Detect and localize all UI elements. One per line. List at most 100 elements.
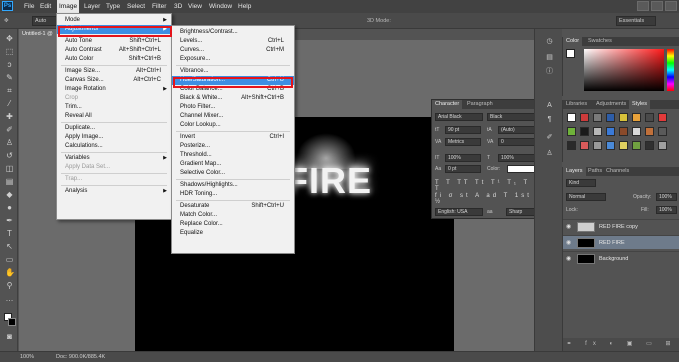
crop-tool-icon[interactable]: ⌗	[5, 86, 14, 95]
quick-select-tool-icon[interactable]: ✎	[5, 73, 14, 82]
style-swatch[interactable]	[580, 113, 589, 122]
menu-item-image-size[interactable]: Image Size... Alt+Ctrl+I	[57, 67, 171, 76]
tab-channels[interactable]: Channels	[603, 167, 632, 176]
menu-item-trim[interactable]: Trim...	[57, 103, 171, 112]
antialias-select[interactable]: Sharp	[506, 208, 537, 216]
strikethrough-button[interactable]: T	[435, 186, 442, 192]
eyedropper-tool-icon[interactable]: ⁄	[5, 99, 14, 108]
blur-tool-icon[interactable]: ◆	[5, 190, 14, 199]
shape-tool-icon[interactable]: ▭	[5, 255, 14, 264]
menu-layer[interactable]: Layer	[82, 0, 102, 13]
zoom-tool-icon[interactable]: ⚲	[5, 281, 14, 290]
style-swatch[interactable]	[606, 127, 615, 136]
hue-slider[interactable]	[667, 49, 674, 91]
menu-item-auto-tone[interactable]: Auto Tone Shift+Ctrl+L	[57, 37, 171, 46]
tab-libraries[interactable]: Libraries	[563, 100, 590, 109]
character-panel-icon[interactable]: A	[545, 101, 554, 110]
filter-kind-select[interactable]: Kind	[566, 179, 596, 187]
info-panel-icon[interactable]: ⓘ	[545, 67, 554, 76]
menu-image[interactable]: Image	[57, 0, 80, 13]
tab-layers[interactable]: Layers	[563, 167, 586, 176]
menu-item-shadows-highlights[interactable]: Shadows/Highlights...	[172, 181, 294, 190]
menu-item-duplicate[interactable]: Duplicate...	[57, 124, 171, 133]
menu-item-reveal-all[interactable]: Reveal All	[57, 112, 171, 121]
menu-item-black-white[interactable]: Black & White... Alt+Shift+Ctrl+B	[172, 94, 294, 103]
text-style-buttons[interactable]: T T TT Tt T¹ T₁ T T	[435, 180, 538, 192]
faux-italic-button[interactable]: T	[446, 180, 453, 186]
style-swatch[interactable]	[658, 127, 667, 136]
quick-mask-icon[interactable]: ◙	[5, 332, 14, 341]
style-swatch[interactable]	[619, 141, 628, 150]
menu-item-apply-image[interactable]: Apply Image...	[57, 133, 171, 142]
menu-item-posterize[interactable]: Posterize...	[172, 142, 294, 151]
style-swatch[interactable]	[658, 113, 667, 122]
horizontal-scale-field[interactable]: 100%	[498, 154, 536, 162]
gradient-tool-icon[interactable]: ▤	[5, 177, 14, 186]
visibility-eye-icon[interactable]: ◉	[566, 252, 571, 266]
menu-item-auto-color[interactable]: Auto Color Shift+Ctrl+B	[57, 55, 171, 64]
font-family-select[interactable]: Arial Black	[435, 113, 483, 121]
vertical-scale-field[interactable]: 100%	[445, 154, 481, 162]
menu-item-vibrance[interactable]: Vibrance...	[172, 67, 294, 76]
subscript-button[interactable]: T₁	[507, 180, 519, 186]
zoom-level[interactable]: 100%	[20, 352, 34, 362]
clone-stamp-icon[interactable]: ♙	[5, 138, 14, 147]
tab-styles[interactable]: Styles	[629, 100, 650, 109]
text-color-swatch[interactable]	[507, 165, 536, 173]
kerning-field[interactable]: Metrics	[445, 138, 481, 146]
menu-filter[interactable]: Filter	[150, 0, 168, 13]
fill-field[interactable]: 100%	[656, 206, 677, 214]
style-swatch[interactable]	[619, 113, 628, 122]
style-swatch[interactable]	[580, 127, 589, 136]
menu-item-curves[interactable]: Curves... Ctrl+M	[172, 46, 294, 55]
superscript-button[interactable]: T¹	[491, 180, 503, 186]
lasso-tool-icon[interactable]: ↄ	[5, 60, 14, 69]
history-panel-icon[interactable]: ◷	[545, 37, 554, 46]
style-swatch[interactable]	[645, 141, 654, 150]
menu-item-mode[interactable]: Mode ▶	[57, 16, 171, 25]
menu-item-desaturate[interactable]: Desaturate Shift+Ctrl+U	[172, 202, 294, 211]
move-tool-icon[interactable]: ✥	[4, 16, 9, 26]
font-size-field[interactable]: 90 pt	[445, 126, 481, 134]
menu-item-hdr-toning[interactable]: HDR Toning...	[172, 190, 294, 199]
style-swatch[interactable]	[593, 127, 602, 136]
more-tools-icon[interactable]: …	[5, 294, 14, 303]
tracking-field[interactable]: 0	[498, 138, 536, 146]
menu-item-image-rotation[interactable]: Image Rotation ▶	[57, 85, 171, 94]
fractions-button[interactable]: ½	[435, 199, 443, 205]
swash-button[interactable]: A	[475, 193, 482, 199]
ordinals-button[interactable]: 1st	[515, 193, 532, 199]
hand-tool-icon[interactable]: ✋	[5, 268, 15, 277]
blend-mode-select[interactable]: Normal	[566, 193, 606, 201]
small-caps-button[interactable]: Tt	[475, 180, 486, 186]
marquee-tool-icon[interactable]: ⬚	[5, 47, 14, 56]
underline-button[interactable]: T	[523, 180, 530, 186]
style-swatch[interactable]	[593, 141, 602, 150]
menu-item-trap[interactable]: Trap...	[57, 175, 171, 184]
style-swatch[interactable]	[645, 113, 654, 122]
close-button[interactable]	[665, 1, 677, 11]
baseline-shift-field[interactable]: 0 pt	[445, 165, 481, 173]
paragraph-panel-icon[interactable]: ¶	[545, 115, 554, 124]
menu-item-color-lookup[interactable]: Color Lookup...	[172, 121, 294, 130]
move-tool-icon[interactable]: ✥	[5, 34, 14, 43]
tab-adjustments[interactable]: Adjustments	[593, 100, 629, 109]
menu-item-apply-data-set[interactable]: Apply Data Set...	[57, 163, 171, 172]
style-swatch[interactable]	[606, 113, 615, 122]
visibility-eye-icon[interactable]: ◉	[566, 236, 571, 250]
menu-item-photo-filter[interactable]: Photo Filter...	[172, 103, 294, 112]
brush-panel-icon[interactable]: ✐	[545, 133, 554, 142]
menu-edit[interactable]: Edit	[38, 0, 53, 13]
layer-footer-buttons[interactable]: ⚭ fx ◐ ▣ ▭ ⊞ 🗑	[563, 338, 679, 360]
clone-source-icon[interactable]: ♙	[545, 149, 554, 158]
color-picker-field[interactable]	[584, 49, 664, 91]
visibility-eye-icon[interactable]: ◉	[566, 220, 571, 234]
style-swatch[interactable]	[567, 127, 576, 136]
menu-item-brightness-contrast[interactable]: Brightness/Contrast...	[172, 28, 294, 37]
layer-row[interactable]: ◉ RED FIRE	[563, 235, 679, 249]
color-foreground-swatch[interactable]	[566, 49, 575, 58]
maximize-button[interactable]	[651, 1, 663, 11]
menu-item-channel-mixer[interactable]: Channel Mixer...	[172, 112, 294, 121]
opentype-buttons[interactable]: fi σ st A ad T 1st ½	[435, 193, 538, 205]
all-caps-button[interactable]: TT	[457, 180, 470, 186]
